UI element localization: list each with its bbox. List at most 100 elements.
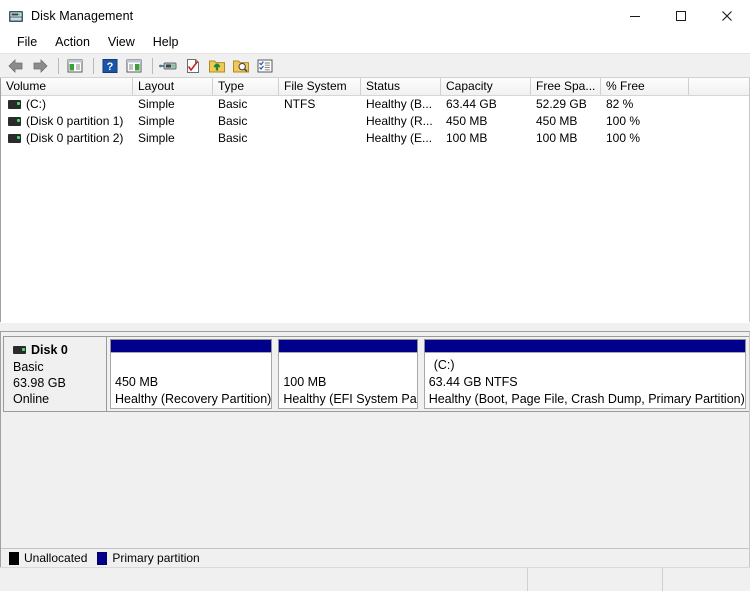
cell-free-space: 100 MB <box>536 131 578 145</box>
cell-layout: Simple <box>138 131 175 145</box>
menu-action[interactable]: Action <box>46 32 99 52</box>
legend-label-primary-partition: Primary partition <box>112 551 200 565</box>
column-header-file-system[interactable]: File System <box>279 78 361 95</box>
status-segment-1 <box>0 568 528 591</box>
help-button[interactable]: ? <box>99 55 121 76</box>
cell-status: Healthy (E... <box>366 131 433 145</box>
attach-vhd-button[interactable] <box>230 55 252 76</box>
folder-search-icon <box>233 60 249 72</box>
table-row[interactable]: (Disk 0 partition 1) Simple Basic Health… <box>1 113 749 130</box>
disk-management-window: Disk Management File Action View Help ? … <box>0 0 750 591</box>
cell-volume: (C:) <box>1 96 133 113</box>
create-vhd-button[interactable] <box>206 55 228 76</box>
column-header-free-space[interactable]: Free Spa... <box>531 78 601 95</box>
window-title: Disk Management <box>31 8 134 23</box>
partition-size: 63.44 GB NTFS <box>428 375 518 389</box>
partition-details: 100 MB Healthy (EFI System Pa <box>278 352 418 409</box>
arrow-right-icon <box>33 58 48 73</box>
status-segment-2 <box>528 568 663 591</box>
partition-size: 100 MB <box>283 375 327 389</box>
rescan-disks-button[interactable] <box>158 55 180 76</box>
checklist-page-icon <box>187 58 199 73</box>
svg-text:?: ? <box>107 61 114 73</box>
partition-status: Healthy (Boot, Page File, Crash Dump, Pr… <box>428 392 745 406</box>
column-header-volume[interactable]: Volume <box>1 78 133 95</box>
toolbar-separator-2 <box>93 57 94 74</box>
show-hide-console-tree-button[interactable] <box>64 55 86 76</box>
column-header-status[interactable]: Status <box>361 78 441 95</box>
graphical-disk-view: Disk 0 Basic 63.98 GB Online 450 MB Heal… <box>0 332 750 567</box>
maximize-button[interactable] <box>658 0 704 31</box>
partition-color-bar <box>278 339 418 352</box>
partition-color-bar <box>423 339 746 352</box>
pane-splitter[interactable] <box>0 322 750 332</box>
action-pane-icon <box>126 59 142 72</box>
partition-label: (C:) <box>433 358 455 372</box>
cell-free-space: 52.29 GB <box>536 97 587 111</box>
cell-percent-free: 100 % <box>606 131 641 145</box>
drive-icon <box>8 100 21 109</box>
close-button[interactable] <box>704 0 750 31</box>
legend-item-unallocated: Unallocated <box>9 551 87 565</box>
partition-size: 450 MB <box>115 375 159 389</box>
column-header-capacity[interactable]: Capacity <box>441 78 531 95</box>
cell-volume: (Disk 0 partition 1) <box>1 113 133 130</box>
all-tasks-button[interactable] <box>254 55 276 76</box>
partition-label <box>115 357 271 374</box>
partition-label <box>283 357 416 374</box>
cell-capacity: 63.44 GB <box>446 97 497 111</box>
drive-icon <box>8 134 21 143</box>
drive-icon <box>8 117 21 126</box>
cell-status: Healthy (R... <box>366 114 433 128</box>
properties-button[interactable] <box>182 55 204 76</box>
back-button[interactable] <box>5 55 27 76</box>
minimize-button[interactable] <box>612 0 658 31</box>
cell-percent-free: 82 % <box>606 97 634 111</box>
disk-info-panel[interactable]: Disk 0 Basic 63.98 GB Online <box>3 336 107 412</box>
cell-layout: Simple <box>138 97 175 111</box>
menu-help[interactable]: Help <box>144 32 188 52</box>
table-row[interactable]: (C:) Simple Basic NTFS Healthy (B... 63.… <box>1 96 749 113</box>
partition-c[interactable]: (C:) 63.44 GB NTFS Healthy (Boot, Page F… <box>423 339 746 409</box>
partition-color-bar <box>110 339 273 352</box>
disk-title: Disk 0 <box>13 343 106 357</box>
cell-type: Basic <box>218 131 248 145</box>
partition-status: Healthy (Recovery Partition) <box>115 392 272 406</box>
cell-percent-free: 100 % <box>606 114 641 128</box>
cell-capacity: 450 MB <box>446 114 488 128</box>
arrow-left-icon <box>8 58 23 73</box>
table-row[interactable]: (Disk 0 partition 2) Simple Basic Health… <box>1 130 749 147</box>
menu-file[interactable]: File <box>8 32 46 52</box>
partition-recovery[interactable]: 450 MB Healthy (Recovery Partition) <box>110 339 273 409</box>
partition-details: (C:) 63.44 GB NTFS Healthy (Boot, Page F… <box>423 352 746 409</box>
cell-volume: (Disk 0 partition 2) <box>1 130 133 147</box>
disk-row-disk0: Disk 0 Basic 63.98 GB Online 450 MB Heal… <box>3 336 749 412</box>
show-action-pane-button[interactable] <box>123 55 145 76</box>
disk-management-icon <box>8 8 24 24</box>
column-header-layout[interactable]: Layout <box>133 78 213 95</box>
cell-layout: Simple <box>138 114 175 128</box>
cell-free-space: 450 MB <box>536 114 578 128</box>
cell-type: Basic <box>218 97 248 111</box>
column-header-percent-free[interactable]: % Free <box>601 78 689 95</box>
cell-volume-label: (Disk 0 partition 1) <box>26 114 124 128</box>
console-tree-icon <box>67 59 83 72</box>
disk-name: Disk 0 <box>31 343 68 357</box>
column-header-filler[interactable] <box>689 78 749 95</box>
disk-size: 63.98 GB <box>13 376 66 390</box>
partition-details: 450 MB Healthy (Recovery Partition) <box>110 352 273 409</box>
task-list-icon <box>257 59 273 72</box>
folder-up-arrow-icon <box>209 60 225 72</box>
volume-list-header: Volume Layout Type File System Status Ca… <box>1 78 749 96</box>
toolbar-separator-3 <box>152 57 153 74</box>
column-header-type[interactable]: Type <box>213 78 279 95</box>
menu-view[interactable]: View <box>99 32 144 52</box>
partition-efi[interactable]: 100 MB Healthy (EFI System Pa <box>278 339 418 409</box>
cell-volume-label: (C:) <box>26 97 46 111</box>
cell-status: Healthy (B... <box>366 97 433 111</box>
forward-button[interactable] <box>29 55 51 76</box>
status-segment-3 <box>663 568 750 591</box>
legend-swatch-primary-partition <box>97 551 108 565</box>
partition-status: Healthy (EFI System Pa <box>283 392 417 406</box>
drive-icon <box>13 346 26 354</box>
